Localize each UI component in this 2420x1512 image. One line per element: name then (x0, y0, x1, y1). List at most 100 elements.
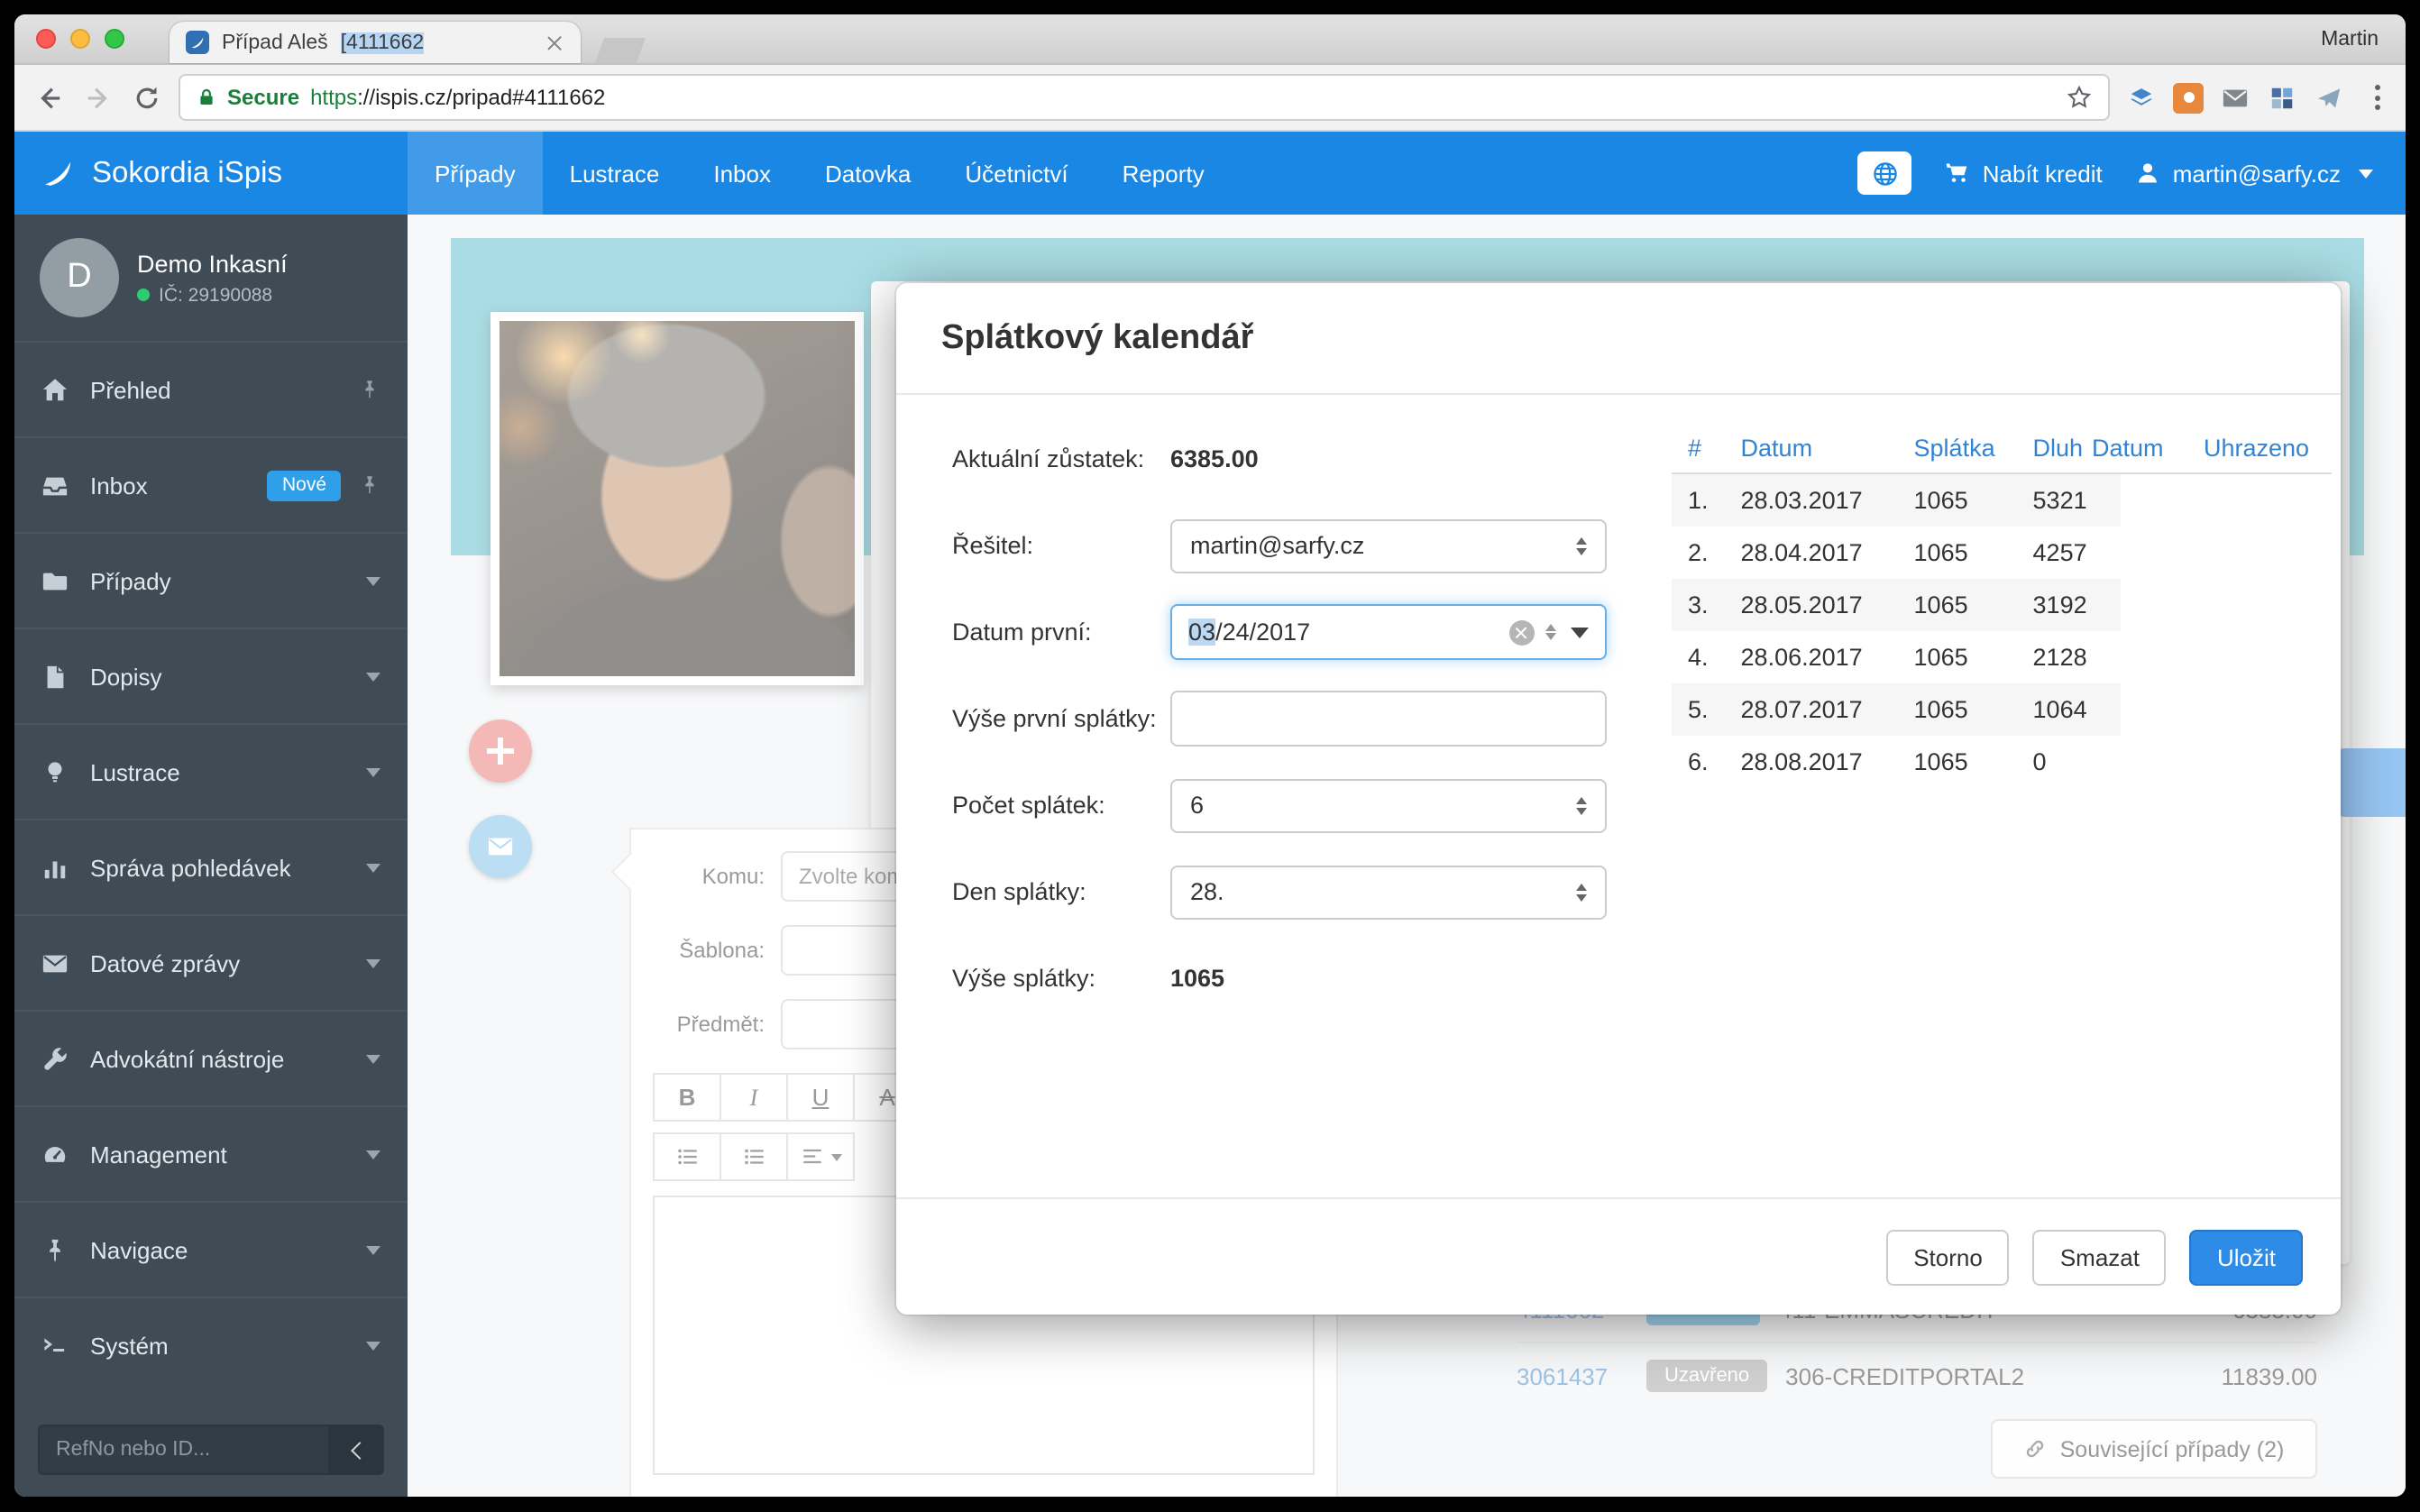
avatar: D (40, 238, 119, 317)
credit-button[interactable]: Nabít kredit (1945, 160, 2103, 187)
window-controls (36, 29, 124, 49)
back-icon[interactable] (32, 81, 65, 114)
sidebar-item-datove-zpravy[interactable]: Datové zprávy (14, 914, 408, 1010)
select-arrows-icon (1576, 883, 1587, 901)
amount-value: 1065 (1170, 965, 1224, 992)
language-globe-button[interactable] (1858, 151, 1912, 195)
folder-icon (41, 567, 69, 594)
reload-icon[interactable] (130, 81, 162, 114)
inbox-icon (41, 472, 69, 499)
first-date-label: Datum první: (952, 619, 1170, 646)
brand-name: Sokordia iSpis (92, 156, 282, 190)
nav-item-ucetnictvi[interactable]: Účetnictví (938, 132, 1095, 215)
new-badge: Nové (268, 470, 341, 500)
sidebar-item-lustrace[interactable]: Lustrace (14, 723, 408, 819)
balance-value: 6385.00 (1170, 445, 1259, 472)
gauge-icon (41, 1141, 69, 1168)
layers-extension-icon[interactable] (2126, 82, 2157, 113)
sidebar-item-pripady[interactable]: Případy (14, 532, 408, 628)
sidebar-item-advokatni-nastroje[interactable]: Advokátní nástroje (14, 1010, 408, 1105)
solver-select[interactable]: martin@sarfy.cz (1170, 518, 1607, 573)
main-menu: Případy Lustrace Inbox Datovka Účetnictv… (408, 132, 1232, 215)
nav-item-pripady[interactable]: Případy (408, 132, 543, 215)
globe-icon (1872, 160, 1899, 187)
nav-item-inbox[interactable]: Inbox (686, 132, 798, 215)
window-zoom-button[interactable] (105, 29, 124, 49)
chevron-down-icon (2359, 169, 2373, 178)
clear-icon[interactable] (1509, 619, 1535, 645)
date-rest: /24/2017 (1215, 619, 1310, 646)
modal-header: Splátkový kalendář (896, 283, 2341, 395)
screen: Případ Aleš [4111662 Martin Secure (0, 0, 2420, 1512)
address-bar[interactable]: Secure https://ispis.cz/pripad#4111662 (179, 74, 2110, 121)
sidebar-item-system[interactable]: Systém (14, 1297, 408, 1392)
account-menu[interactable]: martin@sarfy.cz (2135, 160, 2373, 187)
titlebar: Případ Aleš [4111662 Martin (14, 14, 2406, 65)
modal-body: Aktuální zůstatek: 6385.00 Řešitel: mart… (896, 395, 2341, 1197)
nav-item-datovka[interactable]: Datovka (798, 132, 938, 215)
chevron-down-icon (366, 576, 380, 585)
browser-menu-icon[interactable] (2368, 85, 2388, 110)
sidebar-item-dopisy[interactable]: Dopisy (14, 628, 408, 723)
grid-extension-icon[interactable] (2267, 82, 2297, 113)
browser-tab[interactable]: Případ Aleš [4111662 (170, 22, 581, 63)
wrench-icon (41, 1045, 69, 1072)
sidebar-item-inbox[interactable]: Inbox Nové (14, 436, 408, 532)
url-text: https://ispis.cz/pripad#4111662 (310, 85, 605, 110)
chevron-left-icon (351, 1441, 369, 1459)
first-date-input[interactable]: 03 /24/2017 (1170, 604, 1607, 660)
app-logo[interactable]: Sokordia iSpis (14, 155, 408, 191)
sidebar-item-management[interactable]: Management (14, 1105, 408, 1201)
modal-footer: Storno Smazat Uložit (896, 1197, 2341, 1315)
calendar-dropdown-icon[interactable] (1571, 627, 1589, 637)
orange-extension-icon[interactable] (2173, 82, 2204, 113)
first-amount-input[interactable] (1170, 691, 1607, 747)
window-close-button[interactable] (36, 29, 56, 49)
send-extension-icon[interactable] (2314, 82, 2344, 113)
sidebar-collapse-button[interactable] (330, 1425, 384, 1475)
pin-icon[interactable] (359, 474, 380, 496)
forward-icon[interactable] (81, 81, 114, 114)
mail-extension-icon[interactable] (2220, 82, 2250, 113)
browser-toolbar: Secure https://ispis.cz/pripad#4111662 (14, 65, 2406, 132)
count-label: Počet splátek: (952, 792, 1170, 819)
table-row: 2.28.04.201710654257 (1672, 527, 2122, 579)
sidebar: D Demo Inkasní IČ: 29190088 Přehled Inbo (14, 215, 408, 1497)
window-minimize-button[interactable] (70, 29, 90, 49)
delete-button[interactable]: Smazat (2033, 1229, 2167, 1285)
cancel-button[interactable]: Storno (1886, 1229, 2010, 1285)
installment-day-select[interactable]: 28. (1170, 865, 1607, 919)
spinner-icon[interactable] (1545, 624, 1556, 641)
nav-item-reporty[interactable]: Reporty (1095, 132, 1232, 215)
installment-count-select[interactable]: 6 (1170, 778, 1607, 832)
table-row: 5.28.07.201710651064 (1672, 683, 2122, 736)
terminal-icon (41, 1332, 69, 1359)
payment-schedule-modal: Splátkový kalendář Aktuální zůstatek: 63… (896, 283, 2341, 1315)
navbar-right: Nabít kredit martin@sarfy.cz (1858, 151, 2406, 195)
url-rest: ://ispis.cz/pripad#4111662 (357, 85, 605, 110)
sidebar-item-prehled[interactable]: Přehled (14, 341, 408, 436)
nav-item-lustrace[interactable]: Lustrace (543, 132, 687, 215)
amount-label: Výše splátky: (952, 965, 1170, 992)
save-button[interactable]: Uložit (2190, 1229, 2303, 1285)
extension-icons (2126, 82, 2388, 113)
tab-close-icon[interactable] (546, 33, 564, 51)
refno-search-input[interactable] (38, 1425, 330, 1475)
tab-title-selected: [4111662 (341, 32, 425, 53)
browser-profile-name: Martin (2321, 28, 2379, 50)
sidebar-item-sprava-pohledavek[interactable]: Správa pohledávek (14, 819, 408, 914)
bookmark-star-icon[interactable] (2067, 85, 2092, 110)
cart-icon (1945, 160, 1970, 186)
table-row: 6.28.08.201710650 (1672, 736, 2122, 788)
sidebar-search (14, 1403, 408, 1497)
table-row: 3.28.05.201710653192 (1672, 579, 2122, 631)
lightbulb-icon (41, 758, 69, 785)
lock-icon (197, 87, 216, 108)
tab-favicon-icon (186, 31, 209, 54)
balance-label: Aktuální zůstatek: (952, 445, 1170, 472)
new-tab-button[interactable] (595, 38, 646, 63)
bar-chart-icon (41, 854, 69, 881)
sidebar-item-navigace[interactable]: Navigace (14, 1201, 408, 1297)
pin-icon[interactable] (359, 379, 380, 400)
date-selected-segment: 03 (1188, 619, 1215, 646)
